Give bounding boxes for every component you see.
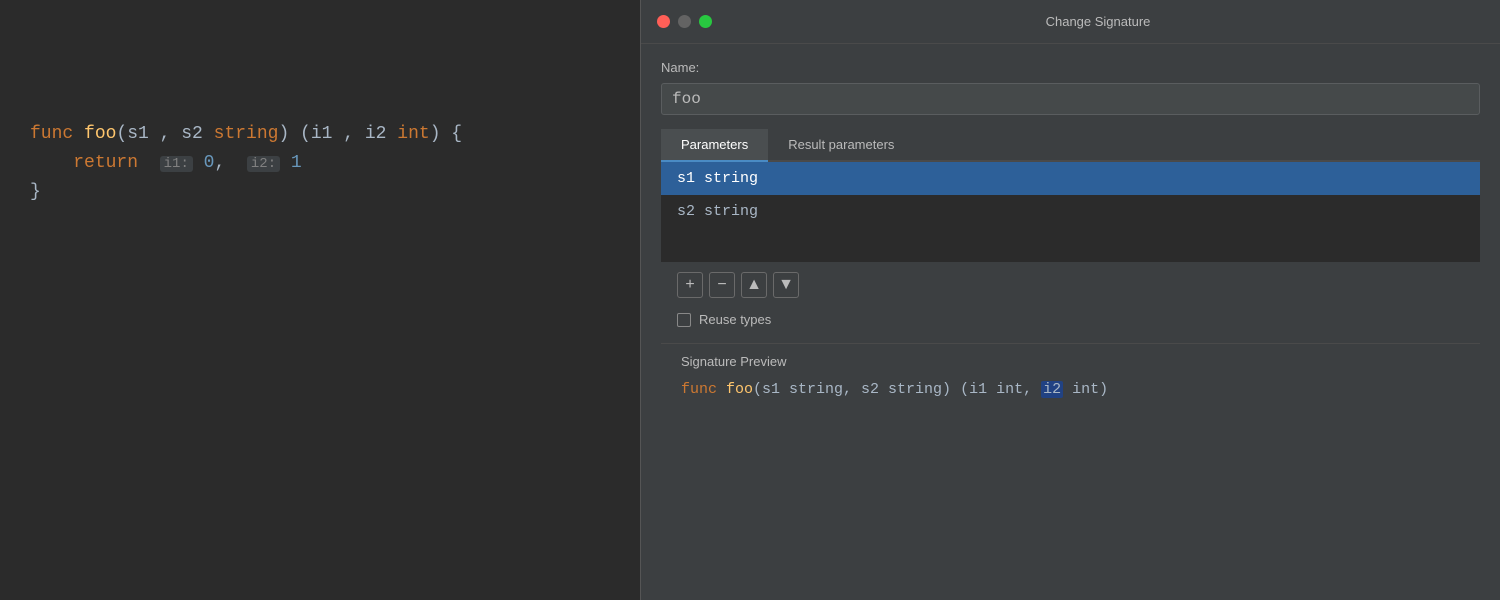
title-bar: Change Signature [641, 0, 1500, 44]
tab-parameters[interactable]: Parameters [661, 129, 768, 162]
move-down-button[interactable]: ▼ [773, 272, 799, 298]
change-signature-dialog: Change Signature Name: Parameters Result… [640, 0, 1500, 600]
move-up-button[interactable]: ▲ [741, 272, 767, 298]
parameters-list: s1 string s2 string [661, 162, 1480, 262]
reuse-types-checkbox[interactable] [677, 313, 691, 327]
reuse-types-row: Reuse types [661, 308, 1480, 339]
close-button[interactable] [657, 15, 670, 28]
preview-params-end: int) [1063, 381, 1108, 398]
add-param-button[interactable]: + [677, 272, 703, 298]
remove-param-button[interactable]: − [709, 272, 735, 298]
func-keyword: func [30, 124, 84, 144]
return-keyword: return [73, 153, 138, 173]
int-type: int [397, 124, 429, 144]
params-toolbar: + − ▲ ▼ [661, 262, 1480, 308]
maximize-button[interactable] [699, 15, 712, 28]
signature-preview-label: Signature Preview [661, 354, 1480, 377]
minimize-button[interactable] [678, 15, 691, 28]
name-label: Name: [661, 60, 1480, 75]
param-row-s2[interactable]: s2 string [661, 195, 1480, 228]
dialog-content: Name: Parameters Result parameters s1 st… [641, 44, 1500, 600]
preview-func-keyword: func [681, 381, 726, 398]
code-line-func: func foo(s1 , s2 string) (i1 , i2 int) { [30, 120, 610, 149]
func-brace: ) { [430, 124, 462, 144]
name-input[interactable] [661, 83, 1480, 115]
code-line-return: return i1: 0, i2: 1 [30, 149, 610, 178]
tab-result-parameters[interactable]: Result parameters [768, 129, 914, 162]
hint-i1: i1: [160, 156, 193, 172]
divider [661, 343, 1480, 344]
tab-bar: Parameters Result parameters [661, 129, 1480, 162]
dialog-title: Change Signature [712, 14, 1484, 29]
hint-i2: i2: [247, 156, 280, 172]
reuse-types-label: Reuse types [699, 312, 771, 327]
preview-highlighted-param: i2 [1041, 381, 1063, 398]
preview-func-name: foo [726, 381, 753, 398]
preview-params: (s1 string, s2 string) (i1 int, [753, 381, 1041, 398]
signature-preview: func foo(s1 string, s2 string) (i1 int, … [661, 377, 1480, 414]
func-params-2: ) (i1 , i2 [278, 124, 397, 144]
code-line-close: } [30, 178, 610, 207]
func-params: (s1 , s2 [116, 124, 213, 144]
window-controls [657, 15, 712, 28]
code-editor: func foo(s1 , s2 string) (i1 , i2 int) {… [0, 0, 640, 600]
string-type: string [214, 124, 279, 144]
param-row-s1[interactable]: s1 string [661, 162, 1480, 195]
func-name: foo [84, 124, 116, 144]
